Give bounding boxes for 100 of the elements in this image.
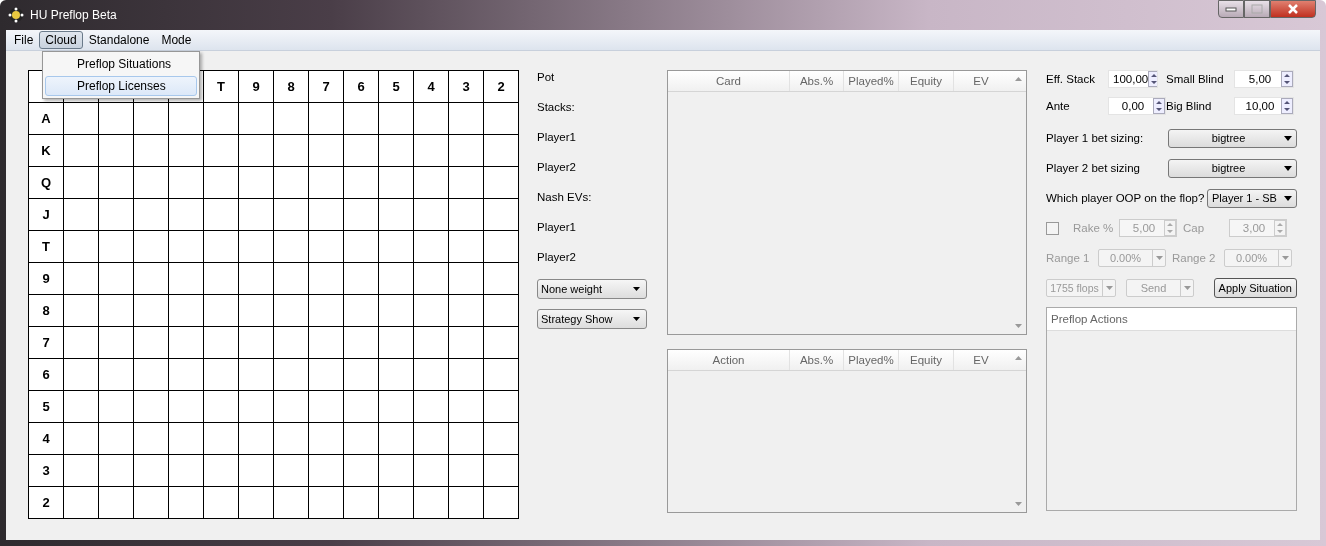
grid-cell[interactable] <box>484 103 519 135</box>
grid-cell[interactable] <box>274 295 309 327</box>
grid-cell[interactable] <box>169 455 204 487</box>
player-select[interactable]: Player 1 - SB <box>1207 188 1297 208</box>
grid-cell[interactable] <box>169 391 204 423</box>
grid-cell[interactable] <box>99 391 134 423</box>
grid-cell[interactable] <box>204 295 239 327</box>
grid-cell[interactable] <box>344 455 379 487</box>
grid-cell[interactable] <box>204 263 239 295</box>
grid-cell[interactable] <box>379 391 414 423</box>
sizing-select[interactable]: bigtree <box>1168 128 1297 148</box>
grid-cell[interactable] <box>414 295 449 327</box>
grid-cell[interactable] <box>484 359 519 391</box>
grid-cell[interactable] <box>344 487 379 519</box>
grid-cell[interactable] <box>344 359 379 391</box>
grid-cell[interactable] <box>344 423 379 455</box>
grid-cell[interactable] <box>274 359 309 391</box>
grid-cell[interactable] <box>204 103 239 135</box>
grid-cell[interactable] <box>169 327 204 359</box>
grid-cell[interactable] <box>484 327 519 359</box>
grid-cell[interactable] <box>239 423 274 455</box>
grid-cell[interactable] <box>379 103 414 135</box>
column-header[interactable]: Card <box>668 71 789 91</box>
grid-cell[interactable] <box>99 231 134 263</box>
column-header[interactable]: Action <box>668 350 789 370</box>
grid-cell[interactable] <box>344 103 379 135</box>
grid-cell[interactable] <box>239 359 274 391</box>
grid-cell[interactable] <box>449 167 484 199</box>
grid-cell[interactable] <box>169 167 204 199</box>
grid-cell[interactable] <box>99 359 134 391</box>
view-select[interactable]: Strategy Show <box>537 309 647 329</box>
grid-cell[interactable] <box>99 487 134 519</box>
grid-cell[interactable] <box>274 231 309 263</box>
grid-cell[interactable] <box>484 263 519 295</box>
menu-item[interactable]: Cloud <box>39 31 83 49</box>
grid-cell[interactable] <box>309 359 344 391</box>
grid-cell[interactable] <box>484 167 519 199</box>
grid-cell[interactable] <box>309 423 344 455</box>
grid-cell[interactable] <box>99 103 134 135</box>
grid-cell[interactable] <box>379 135 414 167</box>
grid-cell[interactable] <box>309 135 344 167</box>
column-header[interactable]: EV <box>953 350 1008 370</box>
column-header[interactable]: Equity <box>898 71 953 91</box>
grid-cell[interactable] <box>239 263 274 295</box>
grid-cell[interactable] <box>64 327 99 359</box>
grid-cell[interactable] <box>204 391 239 423</box>
grid-cell[interactable] <box>274 263 309 295</box>
grid-cell[interactable] <box>484 231 519 263</box>
grid-cell[interactable] <box>449 423 484 455</box>
grid-cell[interactable] <box>204 487 239 519</box>
grid-cell[interactable] <box>64 135 99 167</box>
grid-cell[interactable] <box>134 199 169 231</box>
grid-cell[interactable] <box>274 199 309 231</box>
grid-cell[interactable] <box>99 455 134 487</box>
grid-cell[interactable] <box>64 455 99 487</box>
grid-cell[interactable] <box>274 327 309 359</box>
spin-field[interactable]: 100,00 <box>1108 70 1158 88</box>
grid-cell[interactable] <box>344 327 379 359</box>
sizing-select[interactable]: bigtree <box>1168 158 1297 178</box>
grid-cell[interactable] <box>239 327 274 359</box>
grid-cell[interactable] <box>449 103 484 135</box>
grid-cell[interactable] <box>414 455 449 487</box>
menu-entry[interactable]: Preflop Situations <box>45 54 197 74</box>
grid-cell[interactable] <box>309 199 344 231</box>
grid-cell[interactable] <box>449 231 484 263</box>
grid-cell[interactable] <box>169 423 204 455</box>
grid-cell[interactable] <box>274 487 309 519</box>
grid-cell[interactable] <box>99 167 134 199</box>
spin-field[interactable]: 0,00 <box>1108 97 1166 115</box>
grid-cell[interactable] <box>204 359 239 391</box>
view-select[interactable]: None weight <box>537 279 647 299</box>
grid-cell[interactable] <box>99 295 134 327</box>
grid-cell[interactable] <box>169 135 204 167</box>
close-button[interactable] <box>1270 0 1316 18</box>
grid-cell[interactable] <box>484 455 519 487</box>
grid-cell[interactable] <box>274 423 309 455</box>
grid-cell[interactable] <box>379 327 414 359</box>
menu-item[interactable]: File <box>8 31 40 49</box>
grid-cell[interactable] <box>309 327 344 359</box>
grid-cell[interactable] <box>64 103 99 135</box>
minimize-button[interactable] <box>1218 0 1244 18</box>
grid-cell[interactable] <box>344 135 379 167</box>
grid-cell[interactable] <box>274 103 309 135</box>
grid-cell[interactable] <box>134 231 169 263</box>
grid-cell[interactable] <box>414 135 449 167</box>
grid-cell[interactable] <box>204 199 239 231</box>
grid-cell[interactable] <box>169 295 204 327</box>
grid-cell[interactable] <box>449 135 484 167</box>
grid-cell[interactable] <box>204 135 239 167</box>
grid-cell[interactable] <box>344 167 379 199</box>
grid-cell[interactable] <box>414 103 449 135</box>
column-header[interactable]: Played% <box>843 71 898 91</box>
grid-cell[interactable] <box>64 263 99 295</box>
grid-cell[interactable] <box>344 231 379 263</box>
grid-cell[interactable] <box>64 487 99 519</box>
grid-cell[interactable] <box>204 423 239 455</box>
grid-cell[interactable] <box>449 327 484 359</box>
grid-cell[interactable] <box>134 263 169 295</box>
grid-cell[interactable] <box>239 231 274 263</box>
grid-cell[interactable] <box>449 263 484 295</box>
